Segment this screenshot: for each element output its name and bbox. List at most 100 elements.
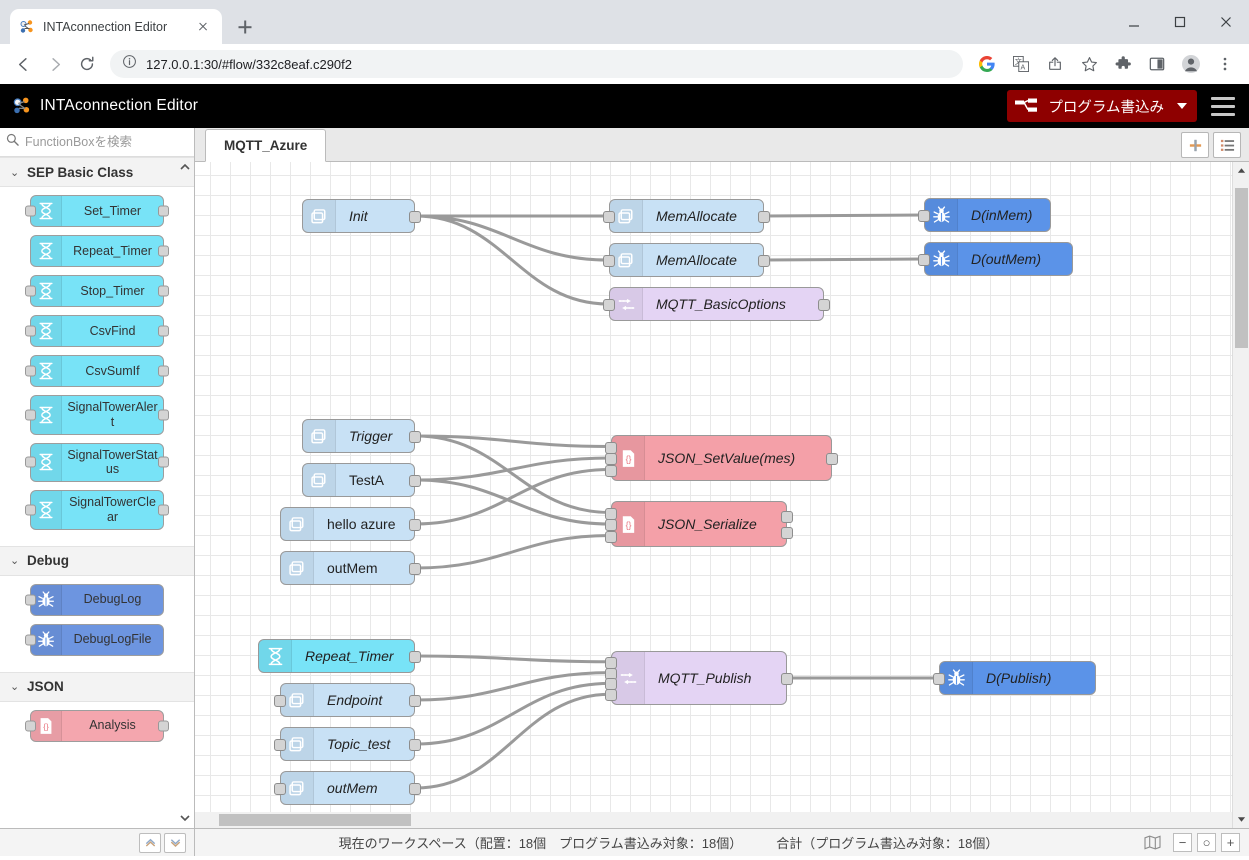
address-bar[interactable]: 127.0.0.1:30/#flow/332c8eaf.c290f2	[110, 50, 963, 78]
close-window-button[interactable]	[1203, 0, 1249, 44]
search-input[interactable]	[25, 135, 188, 149]
node-input-port[interactable]	[25, 720, 36, 731]
collapse-all-button[interactable]	[139, 833, 161, 853]
flow-tab-active[interactable]: MQTT_Azure	[205, 129, 326, 162]
node-output-port[interactable]	[158, 206, 169, 217]
scroll-down-icon[interactable]	[1233, 811, 1249, 828]
flow-node-mem2[interactable]: MemAllocate	[609, 199, 764, 233]
flow-node-serialize[interactable]: {}JSON_Serialize	[611, 501, 787, 547]
palette-node-repeat_timer[interactable]: Repeat_Timer	[30, 235, 164, 267]
node-output-port[interactable]	[409, 475, 421, 487]
node-output-port[interactable]	[758, 255, 770, 267]
canvas-horizontal-scrollbar[interactable]	[195, 812, 1232, 828]
palette-category-json[interactable]: ⌄JSON	[0, 672, 194, 702]
zoom-reset-button[interactable]: ○	[1197, 833, 1216, 852]
list-flows-button[interactable]	[1213, 132, 1241, 158]
reload-icon[interactable]	[72, 49, 102, 79]
flow-node-basicopt[interactable]: MQTT_BasicOptions	[609, 287, 824, 321]
flow-node-trigger[interactable]: Trigger	[302, 419, 415, 453]
back-arrow-icon[interactable]	[8, 49, 38, 79]
node-input-port[interactable]	[918, 210, 930, 222]
node-input-port[interactable]	[25, 409, 36, 420]
node-input-port[interactable]	[605, 531, 617, 543]
flow-node-setvalue[interactable]: {}JSON_SetValue(mes)	[611, 435, 832, 481]
palette-node-analysis[interactable]: {}Analysis	[30, 710, 164, 742]
palette-node-debuglog[interactable]: DebugLog	[30, 584, 164, 616]
main-menu-button[interactable]	[1211, 97, 1237, 116]
node-output-port[interactable]	[158, 246, 169, 257]
node-input-port[interactable]	[605, 465, 617, 477]
node-input-port[interactable]	[25, 634, 36, 645]
node-input-port[interactable]	[605, 657, 617, 669]
flow-node-init[interactable]: Init	[302, 199, 415, 233]
flow-node-outmem1[interactable]: outMem	[280, 551, 415, 585]
flow-node-endpoint[interactable]: Endpoint	[280, 683, 415, 717]
node-output-port[interactable]	[409, 651, 421, 663]
node-input-port[interactable]	[918, 254, 930, 266]
minimize-button[interactable]	[1111, 0, 1157, 44]
profile-avatar-icon[interactable]	[1177, 50, 1205, 78]
node-output-port[interactable]	[826, 453, 838, 465]
node-output-port[interactable]	[158, 286, 169, 297]
node-output-port[interactable]	[158, 409, 169, 420]
vertical-scroll-thumb[interactable]	[1235, 188, 1248, 348]
node-input-port[interactable]	[25, 286, 36, 297]
node-input-port[interactable]	[603, 255, 615, 267]
palette-node-stop_timer[interactable]: Stop_Timer	[30, 275, 164, 307]
flow-node-outmem2[interactable]: outMem	[280, 771, 415, 805]
scroll-up-icon[interactable]	[1233, 162, 1249, 179]
node-input-port[interactable]	[605, 442, 617, 454]
browser-tab[interactable]: INTAconnection Editor	[10, 9, 222, 44]
navigator-map-icon[interactable]	[1142, 833, 1163, 852]
node-output-port[interactable]	[158, 504, 169, 515]
new-tab-button[interactable]	[231, 13, 259, 41]
node-input-port[interactable]	[25, 206, 36, 217]
maximize-button[interactable]	[1157, 0, 1203, 44]
palette-node-csvfind[interactable]: CsvFind	[30, 315, 164, 347]
node-input-port[interactable]	[25, 594, 36, 605]
node-input-port[interactable]	[605, 453, 617, 465]
flow-canvas[interactable]: InitMemAllocateMemAllocateMQTT_BasicOpti…	[195, 162, 1249, 828]
node-output-port[interactable]	[409, 211, 421, 223]
flow-node-doutmem[interactable]: D(outMem)	[924, 242, 1073, 276]
palette-category-sep-basic-class[interactable]: ⌄SEP Basic Class	[0, 157, 194, 187]
node-output-port[interactable]	[781, 511, 793, 523]
palette-category-debug[interactable]: ⌄Debug	[0, 546, 194, 576]
chevron-down-icon[interactable]	[1177, 103, 1187, 109]
node-input-port[interactable]	[605, 508, 617, 520]
node-input-port[interactable]	[603, 299, 615, 311]
flow-node-publish[interactable]: MQTT_Publish	[611, 651, 787, 705]
node-output-port[interactable]	[158, 720, 169, 731]
node-output-port[interactable]	[158, 457, 169, 468]
node-input-port[interactable]	[274, 695, 286, 707]
flow-node-reptimer[interactable]: Repeat_Timer	[258, 639, 415, 673]
translate-icon[interactable]: 文 A	[1007, 50, 1035, 78]
flow-node-dinmem[interactable]: D(inMem)	[924, 198, 1051, 232]
zoom-in-button[interactable]: +	[1221, 833, 1240, 852]
deploy-button[interactable]: プログラム書込み	[1007, 90, 1197, 122]
node-input-port[interactable]	[274, 739, 286, 751]
flow-node-testa[interactable]: TestA	[302, 463, 415, 497]
expand-all-button[interactable]	[164, 833, 186, 853]
node-output-port[interactable]	[781, 673, 793, 685]
node-input-port[interactable]	[25, 366, 36, 377]
node-output-port[interactable]	[409, 695, 421, 707]
side-panel-icon[interactable]	[1143, 50, 1171, 78]
node-output-port[interactable]	[818, 299, 830, 311]
node-output-port[interactable]	[758, 211, 770, 223]
node-input-port[interactable]	[25, 504, 36, 515]
star-icon[interactable]	[1075, 50, 1103, 78]
node-output-port[interactable]	[158, 366, 169, 377]
palette-node-csvsumif[interactable]: CsvSumIf	[30, 355, 164, 387]
google-icon[interactable]	[973, 50, 1001, 78]
flow-node-topictest[interactable]: Topic_test	[280, 727, 415, 761]
node-output-port[interactable]	[409, 739, 421, 751]
zoom-out-button[interactable]: −	[1173, 833, 1192, 852]
palette-node-signaltowerstatus[interactable]: SignalTowerStatus	[30, 443, 164, 483]
three-dot-menu-icon[interactable]	[1211, 50, 1239, 78]
flow-node-dpublish[interactable]: D(Publish)	[939, 661, 1096, 695]
puzzle-icon[interactable]	[1109, 50, 1137, 78]
share-icon[interactable]	[1041, 50, 1069, 78]
palette-node-signaltoweralert[interactable]: SignalTowerAlert	[30, 395, 164, 435]
node-input-port[interactable]	[605, 689, 617, 701]
